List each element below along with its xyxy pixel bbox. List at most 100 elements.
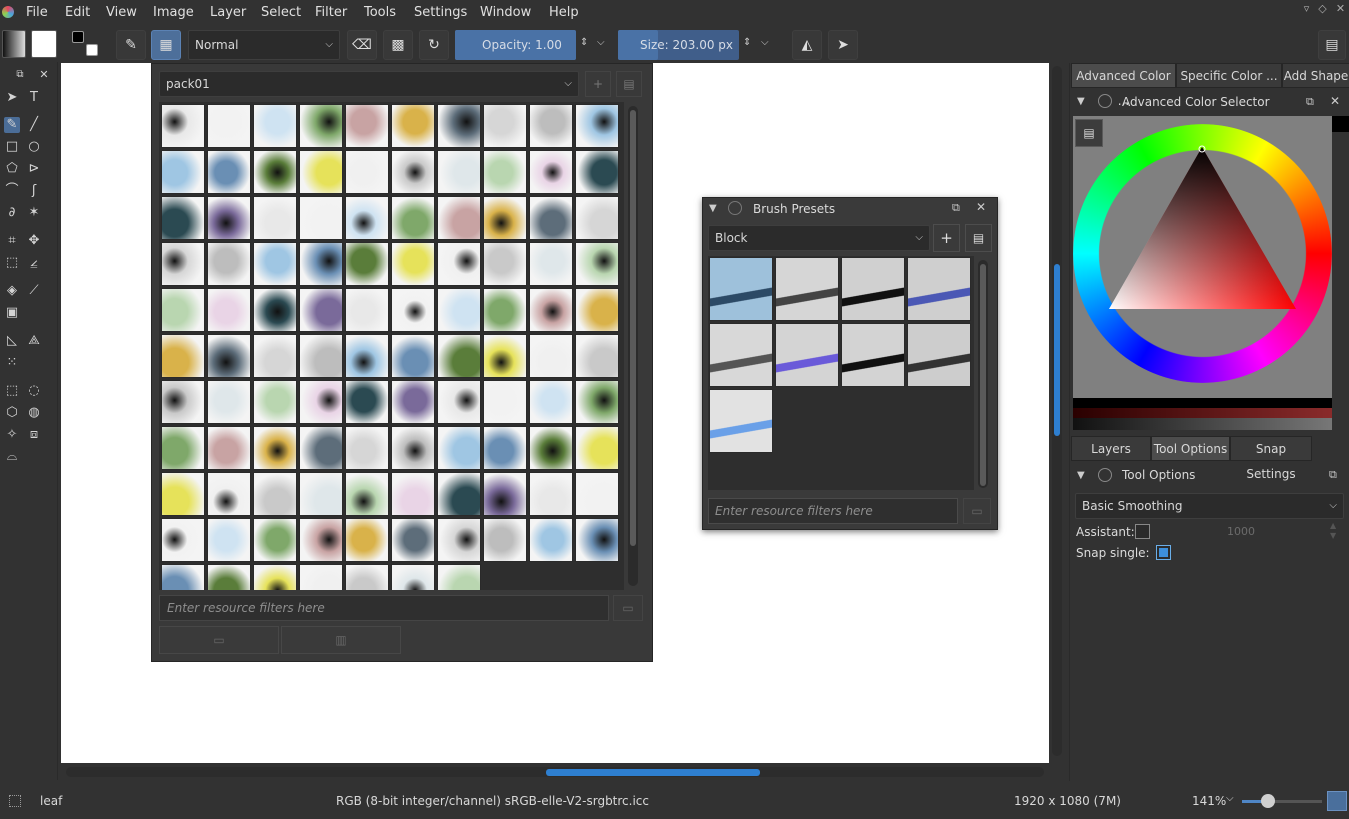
brush-preset-thumbnail[interactable] — [253, 334, 297, 378]
contiguous-select-tool-icon[interactable]: ✧ — [4, 427, 20, 443]
rectangle-tool-icon[interactable]: □ — [4, 139, 20, 155]
brush-preset-thumbnail[interactable] — [207, 104, 251, 148]
brush-preset-thumbnail[interactable] — [575, 380, 619, 424]
brush-preset-thumbnail[interactable] — [161, 242, 205, 286]
assistant-spin-icon[interactable]: ▲ ▼ — [1330, 521, 1336, 541]
toolbox-float-icon[interactable]: ⧉ — [12, 67, 28, 83]
close-docker-icon[interactable]: ✕ — [1330, 94, 1340, 108]
lock-icon[interactable] — [1098, 94, 1112, 108]
save-filter-button[interactable]: ▭ — [613, 595, 643, 621]
brush-preset-thumbnail[interactable] — [907, 257, 971, 321]
minimize-icon[interactable]: ▿ — [1300, 2, 1313, 15]
tab-tool-options[interactable]: Tool Options — [1151, 436, 1230, 461]
brush-preset-thumbnail[interactable] — [907, 323, 971, 387]
brush-preset-thumbnail[interactable] — [253, 518, 297, 562]
menu-edit[interactable]: Edit — [65, 5, 90, 20]
menu-layer[interactable]: Layer — [210, 5, 246, 20]
brush-preset-thumbnail[interactable] — [253, 288, 297, 332]
brush-preset-thumbnail[interactable] — [299, 380, 343, 424]
multibrush-tool-icon[interactable]: ✶ — [26, 205, 42, 221]
reload-preset-button[interactable]: ↻ — [419, 30, 449, 60]
ellipse-select-tool-icon[interactable]: ◌ — [26, 383, 42, 399]
gradient-selector[interactable] — [2, 30, 26, 58]
brush-preset-thumbnail[interactable] — [575, 196, 619, 240]
float-docker-icon[interactable]: ⧉ — [1329, 468, 1337, 482]
brush-preset-thumbnail[interactable] — [345, 426, 389, 470]
measure-tool-icon[interactable]: ⦤ — [26, 255, 42, 271]
brush-preset-thumbnail[interactable] — [529, 334, 573, 378]
brush-preset-thumbnail[interactable] — [529, 426, 573, 470]
brush-preset-thumbnail[interactable] — [483, 380, 527, 424]
dynamic-brush-tool-icon[interactable]: ∂ — [4, 205, 20, 221]
brush-preset-thumbnail[interactable] — [253, 150, 297, 194]
brush-preset-thumbnail[interactable] — [253, 426, 297, 470]
horizontal-scrollbar[interactable] — [66, 767, 1044, 777]
bezier-select-tool-icon[interactable]: ⌓ — [4, 449, 20, 465]
gradient-tool-icon[interactable]: ▣ — [4, 305, 20, 321]
brush-preset-thumbnail[interactable] — [437, 242, 481, 286]
brush-preset-thumbnail[interactable] — [161, 518, 205, 562]
restore-icon[interactable]: ◇ — [1316, 2, 1329, 15]
size-slider[interactable]: Size: 203.00 px — [618, 30, 739, 60]
menu-tools[interactable]: Tools — [364, 5, 396, 20]
brush-preset-thumbnail[interactable] — [391, 150, 435, 194]
smoothing-select[interactable]: Basic Smoothing ⌵ — [1075, 493, 1344, 519]
perspective-grid-tool-icon[interactable]: ⟁ — [26, 333, 42, 349]
brush-preset-thumbnail[interactable] — [575, 288, 619, 332]
size-chevron-down-icon[interactable]: ⌵ — [761, 37, 769, 48]
brush-preset-thumbnail[interactable] — [709, 323, 773, 387]
preset-menu-button[interactable]: ▤ — [965, 224, 992, 252]
background-color-swatch[interactable] — [86, 44, 98, 56]
brush-preset-thumbnail[interactable] — [437, 104, 481, 148]
brush-preset-thumbnail[interactable] — [345, 334, 389, 378]
snap-single-checkbox[interactable] — [1156, 545, 1171, 560]
brush-preset-thumbnail[interactable] — [207, 426, 251, 470]
brush-preset-thumbnail[interactable] — [391, 242, 435, 286]
float-docker-icon[interactable]: ⧉ — [952, 201, 960, 215]
brush-preset-thumbnail[interactable] — [207, 196, 251, 240]
brush-preset-thumbnail[interactable] — [483, 150, 527, 194]
opacity-slider[interactable]: Opacity: 1.00 — [455, 30, 576, 60]
brush-preset-thumbnail[interactable] — [345, 242, 389, 286]
ellipse-tool-icon[interactable]: ○ — [26, 139, 42, 155]
brush-filter-input[interactable]: Enter resource filters here — [159, 595, 609, 621]
tab-advanced-color[interactable]: Advanced Color ... — [1071, 63, 1176, 108]
vertical-scrollbar[interactable] — [1052, 66, 1062, 756]
brush-preset-thumbnail[interactable] — [709, 257, 773, 321]
brush-preset-thumbnail[interactable] — [483, 288, 527, 332]
assistant-checkbox[interactable] — [1135, 524, 1150, 539]
color-patch-row[interactable] — [1073, 408, 1332, 418]
brush-preset-thumbnail[interactable] — [437, 334, 481, 378]
menu-select[interactable]: Select — [261, 5, 301, 20]
brush-preset-thumbnail[interactable] — [207, 288, 251, 332]
transform-tool-icon[interactable]: ⬚ — [4, 255, 20, 271]
zoom-chevron-down-icon[interactable]: ⌵ — [1226, 793, 1234, 804]
brush-grid-scrollbar-thumb[interactable] — [630, 110, 636, 546]
tab-snap-settings[interactable]: Snap Settings — [1230, 436, 1312, 481]
brush-preset-thumbnail[interactable] — [299, 196, 343, 240]
brush-preset-thumbnail[interactable] — [391, 196, 435, 240]
brush-preset-thumbnail[interactable] — [575, 150, 619, 194]
brush-preset-thumbnail[interactable] — [345, 472, 389, 516]
brush-preset-thumbnail[interactable] — [299, 564, 343, 590]
selection-indicator-icon[interactable] — [9, 795, 21, 807]
freehand-brush-tool-icon[interactable]: ✎ — [4, 117, 20, 133]
freehand-path-tool-icon[interactable]: ʃ — [26, 183, 42, 199]
preset-grid-scrollbar-thumb[interactable] — [980, 264, 986, 486]
brush-preset-thumbnail[interactable] — [437, 564, 481, 590]
collapse-icon[interactable]: ▼ — [1077, 470, 1085, 481]
brush-preset-thumbnail[interactable] — [207, 242, 251, 286]
pattern-selector[interactable] — [31, 30, 57, 58]
import-resource-button[interactable]: ▭ — [159, 626, 279, 654]
tab-add-shape[interactable]: Add Shape — [1282, 63, 1349, 88]
foreground-color-swatch[interactable] — [72, 31, 84, 43]
brush-preset-thumbnail[interactable] — [391, 334, 435, 378]
brush-preset-thumbnail[interactable] — [345, 380, 389, 424]
tab-layers[interactable]: Layers — [1071, 436, 1151, 461]
brush-preset-thumbnail[interactable] — [391, 426, 435, 470]
brush-preset-thumbnail[interactable] — [391, 104, 435, 148]
preset-grid-scrollbar[interactable] — [978, 260, 988, 488]
crop-tool-icon[interactable]: ⌗ — [4, 233, 20, 249]
brush-grid-scrollbar[interactable] — [628, 106, 638, 586]
collapse-icon[interactable]: ▼ — [1077, 96, 1085, 107]
